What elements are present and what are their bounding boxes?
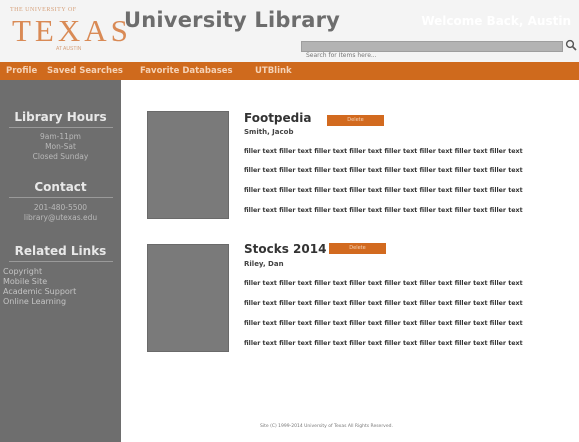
item-thumbnail[interactable]	[147, 244, 229, 352]
nav-item-saved-searches[interactable]: Saved Searches	[47, 66, 123, 76]
main-nav: Profile Saved Searches Favorite Database…	[0, 62, 579, 80]
nav-item-profile[interactable]: Profile	[6, 66, 37, 76]
item-description-line: filler text filler text filler text fill…	[244, 167, 523, 174]
item-author: Riley, Dan	[244, 260, 284, 268]
divider	[9, 197, 113, 198]
logo-text: TEXAS	[12, 13, 132, 48]
link-academic-support[interactable]: Academic Support	[3, 287, 76, 296]
item-description-line: filler text filler text filler text fill…	[244, 148, 523, 155]
link-copyright[interactable]: Copyright	[3, 267, 42, 276]
contact-email[interactable]: library@utexas.edu	[0, 213, 121, 223]
item-description-line: filler text filler text filler text fill…	[244, 340, 523, 347]
search-box[interactable]	[301, 41, 563, 60]
contact-phone: 201-480-5500	[33, 203, 88, 212]
welcome-message: Welcome Back, Austin	[421, 14, 571, 28]
delete-button[interactable]: Delete	[327, 115, 384, 126]
nav-item-favorite-databases[interactable]: Favorite Databases	[140, 66, 233, 76]
item-description-line: filler text filler text filler text fill…	[244, 300, 523, 307]
footer-copyright: Site (C) 1999-2014 University of Texas A…	[260, 424, 393, 429]
sidebar: Library Hours 9am-11pm Mon-Sat Closed Su…	[0, 80, 121, 442]
logo-sub-text: AT AUSTIN	[56, 46, 82, 52]
item-title[interactable]: Stocks 2014	[244, 242, 326, 256]
search-icon[interactable]	[565, 39, 577, 51]
item-thumbnail[interactable]	[147, 111, 229, 219]
link-online-learning[interactable]: Online Learning	[3, 297, 66, 306]
hours-line: Closed Sunday	[32, 152, 89, 161]
contact-heading: Contact	[34, 180, 87, 194]
link-mobile-site[interactable]: Mobile Site	[3, 277, 47, 286]
item-author: Smith, Jacob	[244, 128, 294, 136]
hours-line: Mon-Sat	[45, 142, 76, 151]
divider	[9, 261, 113, 262]
related-links-heading: Related Links	[14, 244, 107, 258]
item-title[interactable]: Footpedia	[244, 111, 311, 125]
hours-line: 9am-11pm	[40, 132, 81, 141]
nav-item-utblink[interactable]: UTBlink	[255, 66, 292, 76]
university-logo[interactable]: THE UNIVERSITY OF TEXAS AT AUSTIN	[6, 6, 128, 52]
item-description-line: filler text filler text filler text fill…	[244, 187, 523, 194]
item-description-line: filler text filler text filler text fill…	[244, 207, 523, 214]
library-hours-heading: Library Hours	[14, 110, 107, 124]
item-description-line: filler text filler text filler text fill…	[244, 280, 523, 287]
divider	[9, 127, 113, 128]
header: THE UNIVERSITY OF TEXAS AT AUSTIN Univer…	[0, 0, 579, 62]
site-title: University Library	[124, 8, 341, 32]
item-description-line: filler text filler text filler text fill…	[244, 320, 523, 327]
search-input[interactable]	[302, 51, 562, 60]
delete-button[interactable]: Delete	[329, 243, 386, 254]
